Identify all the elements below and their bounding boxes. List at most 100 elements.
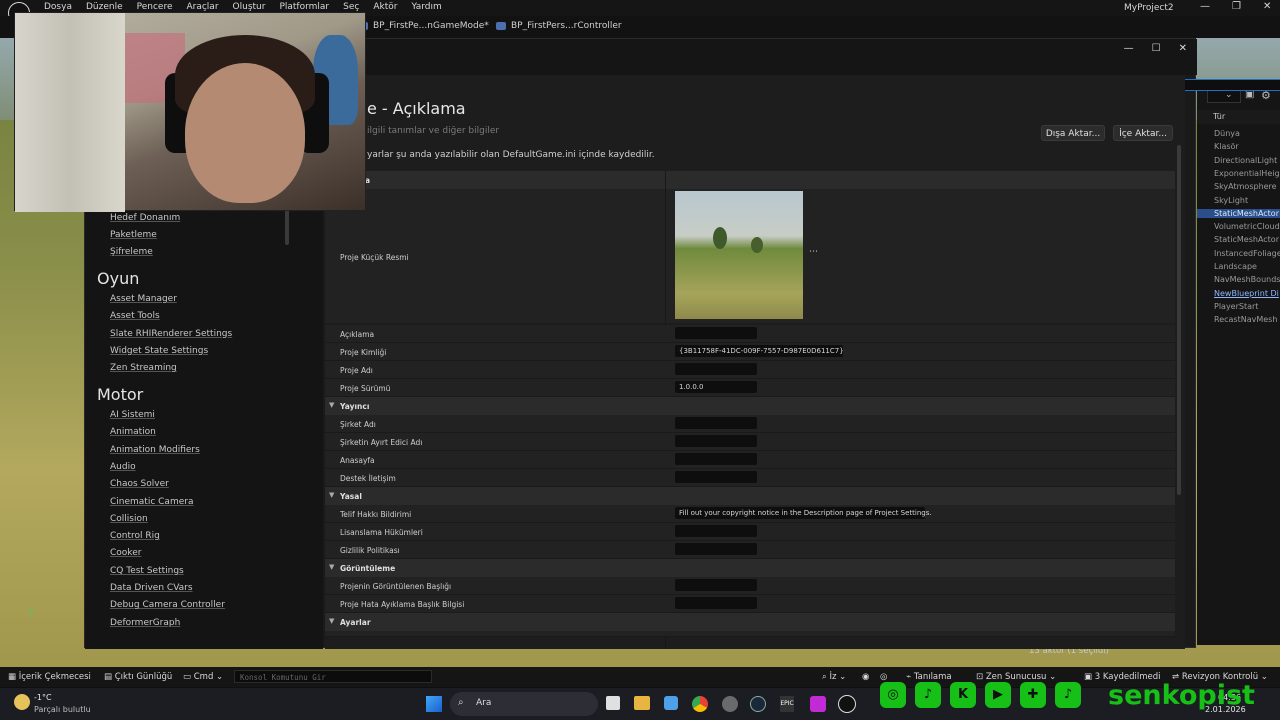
outliner-item[interactable]: Klasör <box>1214 142 1239 151</box>
setting-value-field[interactable] <box>675 597 757 609</box>
menu-tools[interactable]: Araçlar <box>186 2 218 12</box>
sidebar-item-encryption[interactable]: Şifreleme <box>110 247 153 257</box>
outliner-item[interactable]: NavMeshBounds <box>1214 275 1280 284</box>
menu-file[interactable]: Dosya <box>44 2 72 12</box>
weather-desc[interactable]: Parçalı bulutlu <box>34 705 91 714</box>
section-header[interactable]: ▼ Görüntüleme <box>325 559 1175 577</box>
section-header[interactable]: ▼ Yasal <box>325 487 1175 505</box>
unreal-editor-icon[interactable] <box>838 695 856 713</box>
app-icon[interactable] <box>810 696 826 712</box>
menu-select[interactable]: Seç <box>343 2 359 12</box>
outliner-item[interactable]: StaticMeshActor <box>1197 208 1280 218</box>
output-log-button[interactable]: ▤ Çıktı Günlüğü <box>104 672 172 682</box>
section-header[interactable]: ▼ Ayarlar <box>325 613 1175 631</box>
outliner-item[interactable]: SkyLight <box>1214 196 1248 205</box>
sidebar-item[interactable]: Control Rig <box>110 531 160 541</box>
sidebar-item[interactable]: AI Sistemi <box>110 410 155 420</box>
menu-actor[interactable]: Aktör <box>373 2 397 12</box>
store-icon[interactable] <box>664 696 678 710</box>
sidebar-item[interactable]: Asset Tools <box>110 311 160 321</box>
sidebar-item-packaging[interactable]: Paketleme <box>110 230 157 240</box>
menu-platforms[interactable]: Platformlar <box>279 2 329 12</box>
sidebar-item[interactable]: CQ Test Settings <box>110 566 184 576</box>
sidebar-item[interactable]: Cinematic Camera <box>110 497 193 507</box>
setting-value-field[interactable] <box>675 471 757 483</box>
sidebar-item-target-hardware[interactable]: Hedef Donanım <box>110 213 180 223</box>
camera-icon[interactable]: ◎ <box>880 672 887 682</box>
setting-value-field[interactable] <box>675 543 757 555</box>
sidebar-item[interactable]: Animation Modifiers <box>110 445 200 455</box>
sidebar-item[interactable]: Collision <box>110 514 148 524</box>
outliner-item[interactable]: RecastNavMesh <box>1214 315 1277 324</box>
section-header[interactable]: ▼ Yayıncı <box>325 397 1175 415</box>
sidebar-item[interactable]: DeformerGraph <box>110 618 180 628</box>
import-button[interactable]: İçe Aktar... <box>1113 125 1173 141</box>
console-input[interactable]: Konsol Komutunu Gir <box>234 670 432 683</box>
menu-help[interactable]: Yardım <box>411 2 441 12</box>
diagnostics-button[interactable]: ⌁ Tanılama <box>906 672 952 682</box>
maximize-icon[interactable]: ☐ <box>1152 43 1161 54</box>
outliner-item[interactable]: NewBlueprint Di <box>1214 289 1279 298</box>
chevron-down-icon[interactable]: ⌄ <box>1225 90 1233 100</box>
setting-value-field[interactable] <box>675 327 757 339</box>
setting-value-field[interactable] <box>675 453 757 465</box>
setting-value-field[interactable] <box>675 363 757 375</box>
setting-value-field[interactable]: {3B11758F-41DC-009F-7557-D987E0D611C7} <box>675 345 844 357</box>
minimize-icon[interactable]: — <box>1124 43 1134 54</box>
sidebar-item[interactable]: Data Driven CVars <box>110 583 193 593</box>
epic-games-icon[interactable]: EPIC <box>780 696 794 712</box>
sidebar-item[interactable]: Slate RHIRenderer Settings <box>110 329 232 339</box>
task-view-icon[interactable] <box>606 696 620 710</box>
section-header-about[interactable]: a <box>325 171 1175 189</box>
export-button[interactable]: Dışa Aktar... <box>1041 125 1105 141</box>
sidebar-item[interactable]: Zen Streaming <box>110 363 177 373</box>
sidebar-item[interactable]: Animation <box>110 427 156 437</box>
setting-value-field[interactable] <box>675 579 757 591</box>
sidebar-scrollbar[interactable] <box>285 205 289 245</box>
thumbnail-options-icon[interactable]: ⋯ <box>809 247 818 257</box>
minimize-icon[interactable]: — <box>1200 1 1210 12</box>
setting-value-field[interactable] <box>675 435 757 447</box>
sidebar-item[interactable]: Cooker <box>110 548 141 558</box>
steam-icon[interactable] <box>750 696 766 712</box>
weather-icon[interactable] <box>14 694 30 710</box>
app-icon[interactable] <box>722 696 738 712</box>
outliner-item[interactable]: ExponentialHeig <box>1214 169 1280 178</box>
project-thumbnail-image[interactable] <box>675 191 803 319</box>
taskbar-search[interactable]: ⌕ Ara <box>450 692 598 716</box>
sidebar-item[interactable]: Widget State Settings <box>110 346 208 356</box>
outliner-item[interactable]: DirectionalLight <box>1214 156 1277 165</box>
outliner-item[interactable]: InstancedFoliage <box>1214 249 1280 258</box>
setting-value-field[interactable] <box>675 525 757 537</box>
sidebar-item[interactable]: Debug Camera Controller <box>110 600 225 610</box>
sidebar-item[interactable]: Asset Manager <box>110 294 177 304</box>
sidebar-item[interactable]: Audio <box>110 462 136 472</box>
setting-value-field[interactable]: 1.0.0.0 <box>675 381 757 393</box>
outliner-item[interactable]: Dünya <box>1214 129 1240 138</box>
maximize-icon[interactable]: ❐ <box>1232 1 1241 12</box>
cmd-dropdown[interactable]: ▭ Cmd ⌄ <box>183 672 223 682</box>
outliner-item[interactable]: VolumetricCloud <box>1214 222 1280 231</box>
setting-value-field[interactable]: Fill out your copyright notice in the De… <box>675 507 932 519</box>
chrome-icon[interactable] <box>692 696 708 712</box>
main-scrollbar[interactable] <box>1177 145 1181 495</box>
zen-server-button[interactable]: ⊡ Zen Sunucusu ⌄ <box>976 672 1056 682</box>
content-drawer-button[interactable]: ▦ İçerik Çekmecesi <box>8 672 91 682</box>
windows-start-icon[interactable] <box>426 696 442 712</box>
sidebar-item[interactable]: Chaos Solver <box>110 479 169 489</box>
trace-button[interactable]: ⌕ İz ⌄ <box>822 672 846 682</box>
close-icon[interactable]: ✕ <box>1179 43 1187 54</box>
tab-gamemode[interactable]: BP_FirstPe...nGameMode* <box>358 21 489 31</box>
outliner-item[interactable]: SkyAtmosphere <box>1214 182 1277 191</box>
outliner-column-type[interactable]: Tür <box>1197 110 1280 124</box>
outliner-item[interactable]: StaticMeshActor <box>1214 235 1279 244</box>
menu-edit[interactable]: Düzenle <box>86 2 123 12</box>
weather-temp[interactable]: -1°C <box>34 693 52 702</box>
tab-playercontroller[interactable]: BP_FirstPers...rController <box>496 21 622 31</box>
file-explorer-icon[interactable] <box>634 696 650 710</box>
close-icon[interactable]: ✕ <box>1263 1 1271 12</box>
outliner-item[interactable]: PlayerStart <box>1214 302 1258 311</box>
outliner-filter[interactable] <box>1207 89 1241 103</box>
menu-window[interactable]: Pencere <box>137 2 173 12</box>
outliner-item[interactable]: Landscape <box>1214 262 1257 271</box>
